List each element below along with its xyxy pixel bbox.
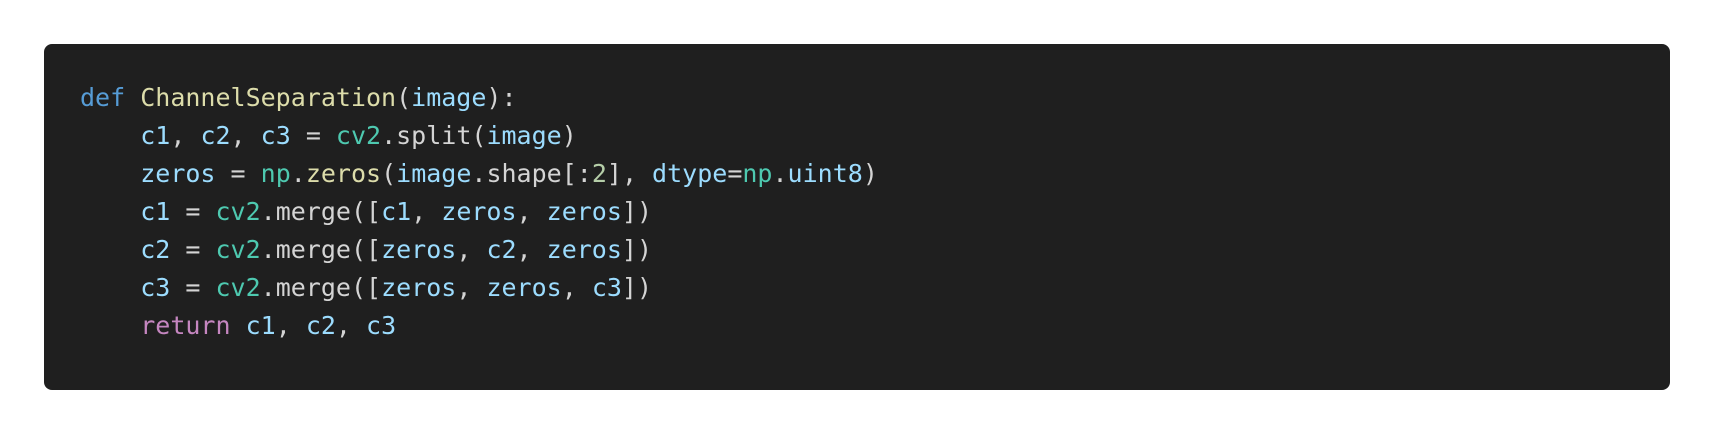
list-item: zeros	[381, 273, 457, 302]
list-item: c1	[381, 197, 412, 226]
param-image: image	[411, 83, 487, 112]
paren-open: (	[381, 159, 397, 188]
code-block: def ChannelSeparation(image): c1, c2, c3…	[44, 44, 1670, 390]
assign-op: =	[170, 273, 216, 302]
module-cv2: cv2	[215, 235, 261, 264]
list-item: c3	[591, 273, 622, 302]
code-line-5: c2 = cv2.merge([zeros, c2, zeros])	[80, 231, 1670, 269]
separator: ],	[606, 159, 653, 188]
separator: ,	[275, 311, 306, 340]
list-item: zeros	[546, 197, 622, 226]
list-item: zeros	[441, 197, 517, 226]
separator: ,	[170, 121, 201, 150]
kwarg-assign: =	[727, 159, 743, 188]
list-item: zeros	[381, 235, 457, 264]
keyword-def: def	[80, 83, 126, 112]
var-zeros: zeros	[140, 159, 216, 188]
dot: .	[772, 159, 788, 188]
method-call: .merge([	[260, 235, 382, 264]
separator: ,	[335, 311, 367, 340]
separator: ,	[456, 235, 487, 264]
code-line-1: def ChannelSeparation(image):	[80, 79, 1670, 117]
assign-op: =	[215, 159, 261, 188]
method-call: .merge([	[260, 197, 382, 226]
module-cv2: cv2	[215, 197, 261, 226]
return-c2: c2	[305, 311, 336, 340]
var-c3: c3	[140, 273, 171, 302]
bracket-close: ])	[621, 197, 653, 226]
module-cv2: cv2	[215, 273, 261, 302]
paren-open: (	[396, 83, 412, 112]
list-item: c2	[486, 235, 517, 264]
module-cv2: cv2	[335, 121, 382, 150]
separator: ,	[516, 197, 547, 226]
list-item: zeros	[546, 235, 622, 264]
method-call: .merge([	[260, 273, 382, 302]
number-literal: 2	[591, 159, 607, 188]
arg-image: image	[396, 159, 472, 188]
paren-close: )	[862, 159, 878, 188]
separator: ,	[561, 273, 592, 302]
module-np: np	[742, 159, 773, 188]
var-c1: c1	[140, 121, 171, 150]
code-line-3: zeros = np.zeros(image.shape[:2], dtype=…	[80, 155, 1670, 193]
var-c1: c1	[140, 197, 171, 226]
dtype-uint8: uint8	[787, 159, 863, 188]
assign-op: =	[170, 235, 216, 264]
arg-image: image	[486, 121, 562, 150]
code-line-7: return c1, c2, c3	[80, 307, 1670, 345]
code-line-2: c1, c2, c3 = cv2.split(image)	[80, 117, 1670, 155]
paren-close: ):	[486, 83, 517, 112]
paren-close: )	[561, 121, 577, 150]
assign-op: =	[170, 197, 216, 226]
var-c2: c2	[140, 235, 171, 264]
separator: ,	[516, 235, 547, 264]
function-name: ChannelSeparation	[140, 83, 397, 112]
attr-shape: .shape[:	[471, 159, 592, 188]
return-c3: c3	[366, 311, 397, 340]
dot: .	[290, 159, 306, 188]
var-c3: c3	[260, 121, 291, 150]
separator: ,	[456, 273, 487, 302]
list-item: zeros	[486, 273, 562, 302]
separator: ,	[230, 121, 261, 150]
keyword-return: return	[140, 311, 231, 340]
bracket-close: ])	[621, 235, 653, 264]
code-line-6: c3 = cv2.merge([zeros, zeros, c3])	[80, 269, 1670, 307]
bracket-close: ])	[621, 273, 653, 302]
method-call: .split(	[381, 121, 487, 150]
kwarg-dtype: dtype	[652, 159, 728, 188]
code-line-4: c1 = cv2.merge([c1, zeros, zeros])	[80, 193, 1670, 231]
return-c1: c1	[245, 311, 276, 340]
function-zeros: zeros	[305, 159, 382, 188]
module-np: np	[260, 159, 291, 188]
assign-op: =	[290, 121, 336, 150]
var-c2: c2	[200, 121, 231, 150]
code-content: def ChannelSeparation(image): c1, c2, c3…	[80, 79, 1670, 345]
separator: ,	[411, 197, 442, 226]
